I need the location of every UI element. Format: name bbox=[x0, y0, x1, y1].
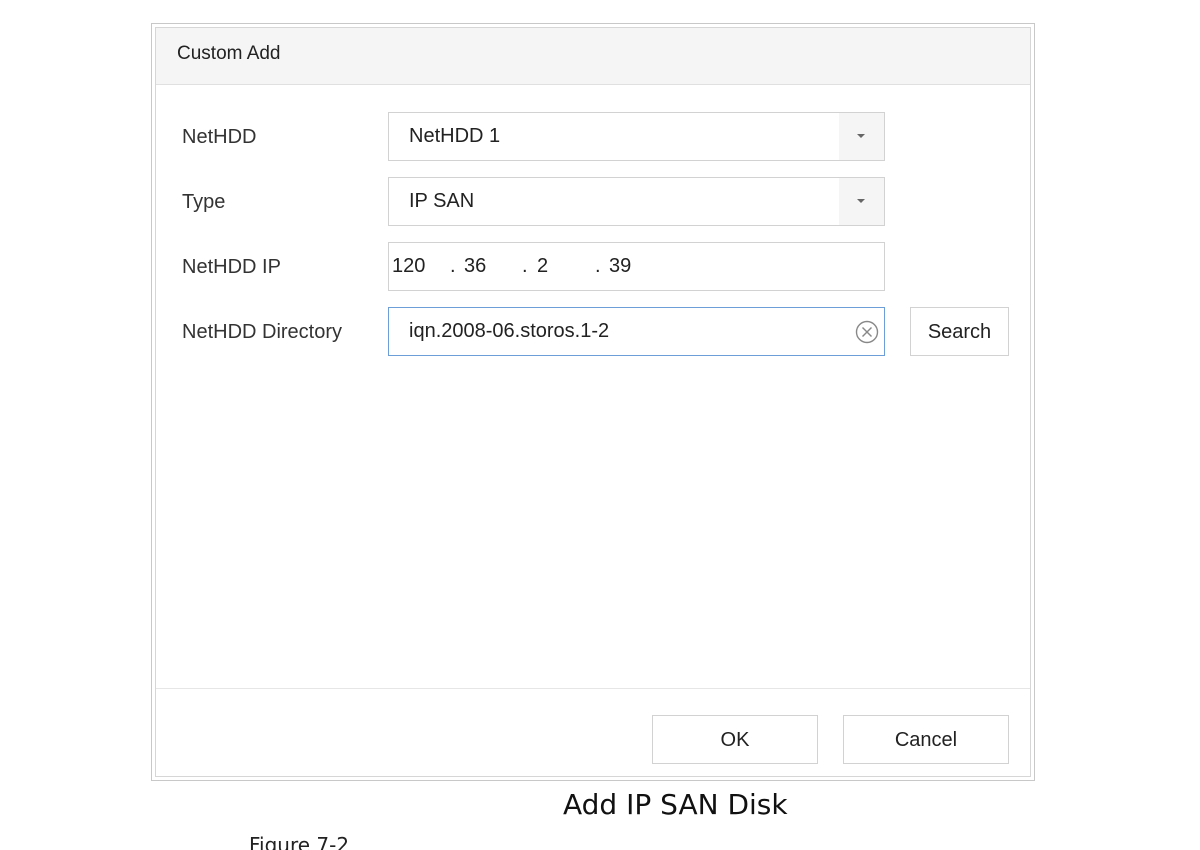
chevron-down-icon bbox=[857, 199, 865, 203]
ip-separator: . bbox=[595, 255, 601, 277]
type-select[interactable]: IP SAN bbox=[388, 177, 885, 226]
nethdd-select[interactable]: NetHDD 1 bbox=[388, 112, 885, 161]
figure-caption: Add IP SAN Disk bbox=[563, 788, 788, 821]
ip-octet-3[interactable]: 2 bbox=[537, 255, 548, 278]
dialog-title: Custom Add bbox=[177, 43, 281, 64]
chevron-down-icon bbox=[857, 134, 865, 138]
footer-divider bbox=[156, 688, 1030, 689]
type-select-value: IP SAN bbox=[409, 190, 475, 212]
cancel-button[interactable]: Cancel bbox=[843, 715, 1009, 764]
type-label: Type bbox=[182, 191, 226, 213]
ip-separator: . bbox=[450, 255, 456, 277]
search-button[interactable]: Search bbox=[910, 307, 1009, 356]
ip-octet-1[interactable]: 120 bbox=[392, 255, 425, 278]
figure-number: Figure 7-2 bbox=[249, 833, 350, 850]
ip-octet-2[interactable]: 36 bbox=[464, 255, 486, 278]
ip-separator: . bbox=[522, 255, 528, 277]
ok-button[interactable]: OK bbox=[652, 715, 818, 764]
clear-circle-icon[interactable] bbox=[855, 320, 879, 344]
ip-octet-4[interactable]: 39 bbox=[609, 255, 631, 278]
nethdd-label: NetHDD bbox=[182, 126, 257, 148]
nethdd-directory-value: iqn.2008-06.storos.1-2 bbox=[409, 320, 610, 342]
custom-add-dialog: Custom Add NetHDD NetHDD 1 Type IP SAN N… bbox=[155, 27, 1031, 777]
nethdd-select-value: NetHDD 1 bbox=[409, 125, 501, 147]
dialog-header: Custom Add bbox=[156, 28, 1030, 85]
nethdd-ip-input[interactable]: 120 . 36 . 2 . 39 bbox=[388, 242, 885, 291]
nethdd-dropdown-button[interactable] bbox=[839, 113, 884, 160]
type-dropdown-button[interactable] bbox=[839, 178, 884, 225]
page: Custom Add NetHDD NetHDD 1 Type IP SAN N… bbox=[0, 0, 1200, 850]
nethdd-directory-label: NetHDD Directory bbox=[182, 321, 343, 343]
nethdd-ip-label: NetHDD IP bbox=[182, 256, 281, 278]
nethdd-directory-input[interactable]: iqn.2008-06.storos.1-2 bbox=[388, 307, 885, 356]
